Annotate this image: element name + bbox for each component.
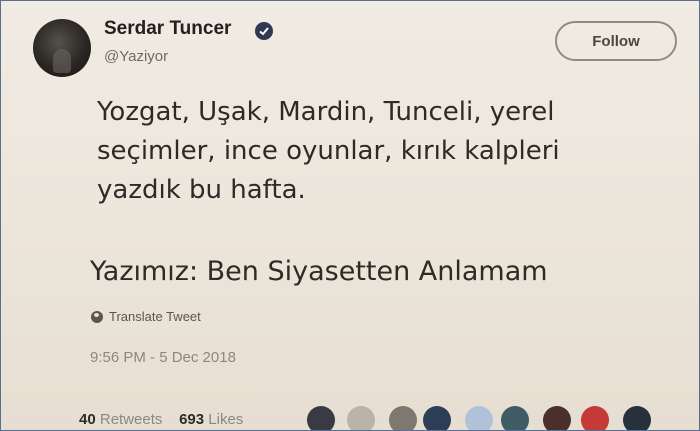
liker-avatar-9[interactable] — [623, 406, 651, 430]
liker-avatar-8[interactable] — [581, 406, 609, 430]
follow-button[interactable]: Follow — [555, 21, 677, 61]
likes-count[interactable]: 693 — [179, 411, 204, 428]
tweet-text: Yozgat, Uşak, Mardin, Tunceli, yerel seç… — [97, 93, 677, 210]
article-title-text: Yazımız: Ben Siyasetten Anlamam — [90, 256, 548, 287]
liker-avatar-4[interactable] — [423, 406, 451, 430]
likes-label[interactable]: Likes — [208, 411, 243, 428]
liker-avatars — [307, 406, 667, 430]
liker-avatar-6[interactable] — [501, 406, 529, 430]
tweet-card: Serdar Tuncer @Yaziyor Follow Yozgat, Uş… — [0, 0, 700, 431]
liker-avatar-1[interactable] — [307, 406, 335, 430]
engagement-stats: 40 Retweets 693 Likes — [79, 411, 243, 428]
translate-tweet-link[interactable]: Translate Tweet — [91, 309, 201, 324]
tweet-timestamp[interactable]: 9:56 PM - 5 Dec 2018 — [90, 349, 236, 366]
liker-avatar-7[interactable] — [543, 406, 571, 430]
author-handle[interactable]: @Yaziyor — [104, 48, 168, 65]
translate-tweet-label: Translate Tweet — [109, 309, 201, 324]
retweets-label[interactable]: Retweets — [100, 411, 163, 428]
retweets-count[interactable]: 40 — [79, 411, 96, 428]
tweet-text-line: Yozgat, Uşak, Mardin, Tunceli, yerel — [97, 97, 555, 127]
liker-avatar-2[interactable] — [347, 406, 375, 430]
liker-avatar-3[interactable] — [389, 406, 417, 430]
tweet-text-line: yazdık bu hafta. — [97, 175, 306, 205]
liker-avatar-5[interactable] — [465, 406, 493, 430]
globe-icon — [91, 310, 103, 323]
author-avatar[interactable] — [33, 19, 91, 77]
author-name[interactable]: Serdar Tuncer — [104, 18, 231, 40]
tweet-text-line: seçimler, ince oyunlar, kırık kalpleri — [97, 136, 560, 166]
verified-badge-icon — [255, 22, 273, 40]
